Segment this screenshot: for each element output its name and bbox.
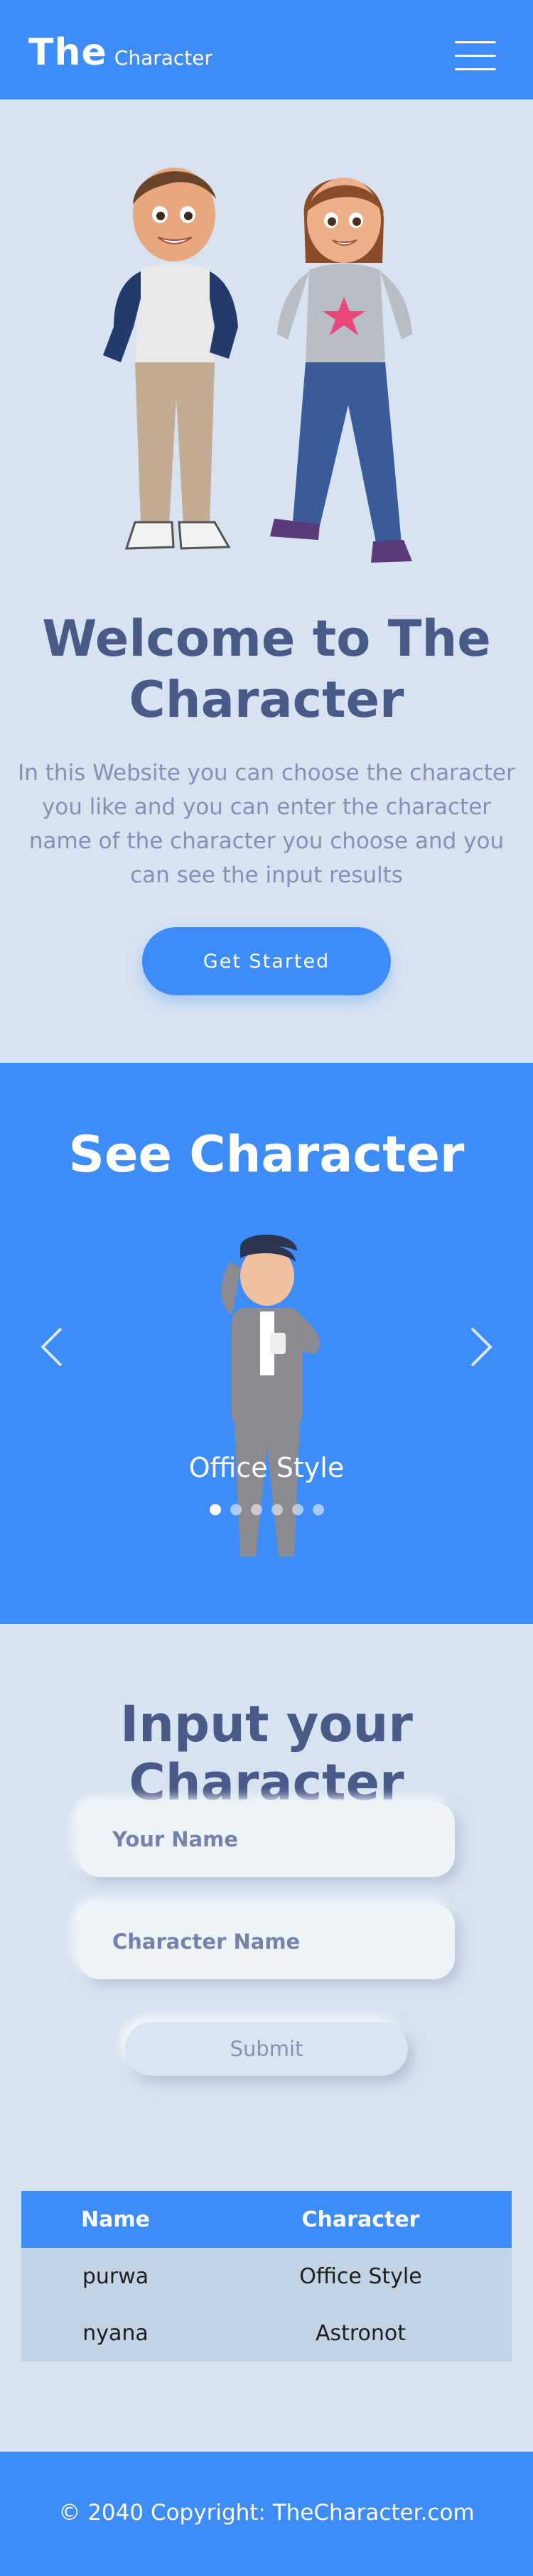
- girl-character: [270, 178, 412, 563]
- boy-character: [103, 168, 238, 550]
- submit-button[interactable]: Submit: [125, 2022, 408, 2076]
- carousel-dot[interactable]: [292, 1504, 303, 1515]
- brand-logo[interactable]: The Character: [28, 31, 212, 74]
- carousel-dot[interactable]: [313, 1504, 324, 1515]
- see-character-title: See Character: [68, 1125, 465, 1184]
- see-character-section: See Character Office Style: [0, 1063, 533, 1624]
- table-header-row: Name Character: [21, 2191, 512, 2248]
- hamburger-menu-icon[interactable]: [455, 41, 496, 72]
- column-header-name: Name: [21, 2191, 210, 2248]
- footer-copyright: © 2040 Copyright: TheCharacter.com: [58, 2500, 475, 2526]
- table-row: purwa Office Style: [21, 2248, 512, 2305]
- hero-characters-illustration: [103, 168, 412, 563]
- carousel-dot[interactable]: [210, 1504, 221, 1515]
- hero-section: Welcome to The Character In this Website…: [0, 99, 533, 1063]
- navbar: The Character: [0, 0, 533, 99]
- slide-caption: Office Style: [188, 1452, 345, 1483]
- table-cell-character: Astronot: [210, 2305, 512, 2361]
- chevron-right-icon[interactable]: [463, 1319, 499, 1375]
- carousel-indicators: [210, 1504, 326, 1515]
- carousel-dot[interactable]: [230, 1504, 242, 1515]
- brand-sub: Character: [114, 46, 213, 70]
- carousel-dot[interactable]: [251, 1504, 262, 1515]
- footer: © 2040 Copyright: TheCharacter.com: [0, 2452, 533, 2576]
- brand-main: The: [28, 31, 107, 74]
- carousel-dot[interactable]: [271, 1504, 283, 1515]
- column-header-character: Character: [210, 2191, 512, 2248]
- input-character-section: Input your Character Submit Name Charact…: [0, 1624, 533, 2452]
- get-started-button[interactable]: Get Started: [142, 927, 391, 995]
- name-input[interactable]: [78, 1802, 455, 1877]
- hero-description: In this Website you can choose the chara…: [18, 760, 515, 888]
- input-title: Input your Character: [120, 1695, 413, 1812]
- table-row: nyana Astronot: [21, 2305, 512, 2361]
- results-table: Name Character purwa Office Style nyana …: [21, 2191, 512, 2361]
- chevron-left-icon[interactable]: [34, 1319, 70, 1375]
- table-cell-name: purwa: [21, 2248, 210, 2305]
- table-cell-name: nyana: [21, 2305, 210, 2361]
- hero-title: Welcome to The Character: [42, 610, 491, 729]
- character-name-input[interactable]: [78, 1904, 455, 1979]
- office-style-character-image: [221, 1234, 321, 1557]
- table-cell-character: Office Style: [210, 2248, 512, 2305]
